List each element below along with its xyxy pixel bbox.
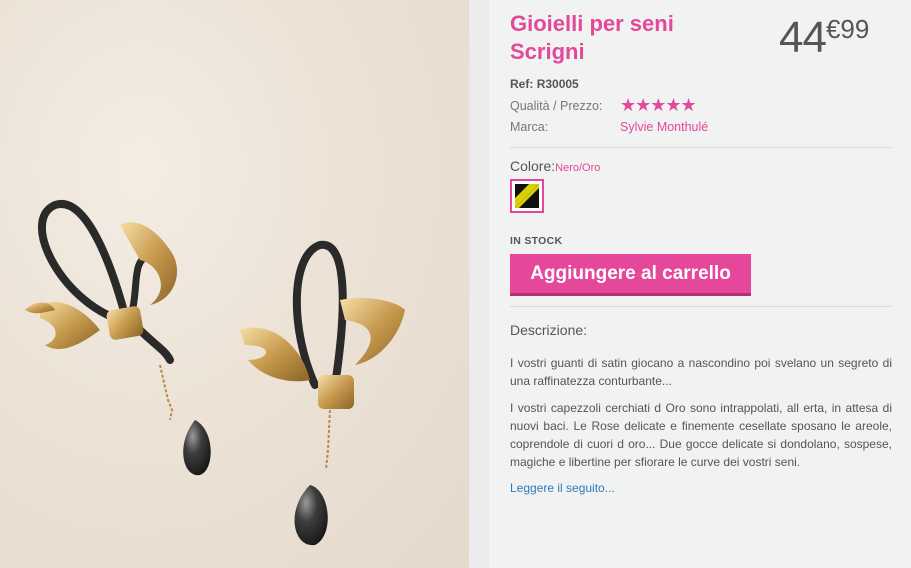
product-photo[interactable]	[0, 0, 469, 568]
ref-label: Ref:	[510, 77, 534, 91]
color-swatch-black-gold[interactable]	[510, 179, 544, 213]
product-details-panel: Gioielli per seni Scrigni 44€99 Ref: R30…	[489, 0, 911, 568]
swatch-icon	[515, 184, 539, 208]
separator	[510, 306, 891, 307]
color-label-text: Colore:	[510, 158, 556, 174]
product-title: Gioielli per seni Scrigni	[510, 11, 674, 64]
stock-status: IN STOCK	[510, 235, 563, 247]
price-decimal: €99	[825, 14, 870, 44]
quality-label: Qualità / Prezzo:	[510, 99, 603, 113]
description-paragraph-1: I vostri guanti di satin giocano a nasco…	[510, 356, 892, 388]
brand-label: Marca:	[510, 120, 549, 134]
description-title: Descrizione:	[510, 322, 588, 338]
rating-stars-icon: ★★★★★	[620, 95, 697, 115]
panel-divider	[469, 0, 489, 568]
product-price: 44€99	[779, 14, 869, 62]
brand-link[interactable]: Sylvie Monthulé	[620, 120, 708, 134]
add-to-cart-button[interactable]: Aggiungere al carrello	[510, 254, 751, 296]
color-label: Colore:Nero/Oro	[510, 158, 600, 174]
product-reference: Ref: R30005	[510, 77, 579, 91]
color-value: Nero/Oro	[555, 162, 601, 174]
read-more-link[interactable]: Leggere il seguito...	[510, 481, 615, 495]
price-integer: 44	[779, 13, 827, 62]
brand-row: Marca: Sylvie Monthulé	[510, 120, 708, 134]
ref-value: R30005	[536, 77, 579, 91]
quality-price-row: Qualità / Prezzo: ★★★★★	[510, 95, 697, 115]
description-paragraph-2: I vostri capezzoli cerchiati d Oro sono …	[510, 401, 892, 469]
separator	[510, 147, 891, 148]
product-image	[25, 200, 405, 546]
